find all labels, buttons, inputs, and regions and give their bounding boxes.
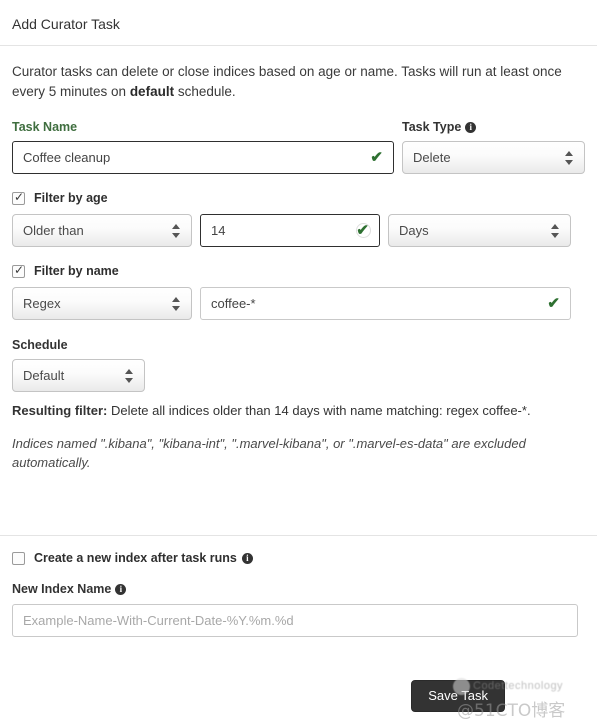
- schedule-value: Default: [23, 367, 65, 383]
- resulting-filter: Resulting filter: Delete all indices old…: [12, 402, 585, 420]
- info-icon[interactable]: [465, 121, 477, 133]
- save-task-button[interactable]: Save Task: [411, 680, 505, 712]
- chevron-updown-icon: [565, 150, 574, 166]
- panel-footer: Save Task Codettechnology @51CTO博客: [0, 666, 597, 726]
- chevron-updown-icon: [125, 368, 134, 384]
- age-amount-input[interactable]: 14 ✔: [200, 214, 380, 247]
- valid-check-icon: ✔: [356, 221, 369, 239]
- add-curator-task-panel: Add Curator Task Curator tasks can delet…: [0, 0, 597, 726]
- age-amount-value: 14: [211, 222, 226, 238]
- filter-name-checkbox-row[interactable]: Filter by name: [12, 263, 585, 278]
- chevron-updown-icon: [551, 223, 560, 239]
- filter-age-label: Filter by age: [34, 191, 108, 205]
- valid-check-icon: ✔: [547, 294, 560, 312]
- age-operator-value: Older than: [23, 222, 84, 238]
- task-name-input[interactable]: Coffee cleanup ✔: [12, 141, 394, 174]
- intro-text: Curator tasks can delete or close indice…: [12, 62, 572, 102]
- filter-age-checkbox-row[interactable]: Filter by age: [12, 190, 585, 205]
- valid-check-icon: ✔: [370, 148, 383, 166]
- name-match-type-value: Regex: [23, 295, 61, 311]
- intro-part1: Curator tasks can delete or close indice…: [12, 64, 562, 99]
- info-icon[interactable]: [115, 583, 127, 595]
- task-name-value: Coffee cleanup: [23, 149, 111, 165]
- task-type-value: Delete: [413, 149, 451, 165]
- panel-header: Add Curator Task: [0, 0, 597, 45]
- chevron-updown-icon: [172, 223, 181, 239]
- new-index-name-label: New Index Name: [12, 582, 585, 596]
- task-type-select[interactable]: Delete: [402, 141, 585, 174]
- age-unit-select[interactable]: Days: [388, 214, 571, 247]
- age-operator-select[interactable]: Older than: [12, 214, 192, 247]
- task-type-label: Task Type: [402, 120, 585, 134]
- name-pattern-value: coffee-*: [211, 295, 256, 311]
- schedule-label: Schedule: [12, 338, 68, 352]
- new-index-name-input[interactable]: Example-Name-With-Current-Date-%Y.%m.%d: [12, 604, 578, 637]
- filter-age-checkbox[interactable]: [12, 190, 25, 205]
- controls-row-name: Regex coffee-* ✔: [12, 287, 585, 320]
- intro-bold: default: [129, 84, 175, 99]
- intro-part2: schedule.: [174, 84, 236, 99]
- page-title: Add Curator Task: [12, 16, 120, 32]
- name-match-type-select[interactable]: Regex: [12, 287, 192, 320]
- create-index-label: Create a new index after task runs: [34, 551, 253, 565]
- chevron-updown-icon: [172, 296, 181, 312]
- header-divider: [0, 45, 597, 46]
- exclusion-note: Indices named ".kibana", "kibana-int", "…: [12, 436, 526, 470]
- resulting-filter-label: Resulting filter:: [12, 403, 108, 418]
- resulting-filter-text: Delete all indices older than 14 days wi…: [107, 403, 531, 418]
- panel-body: Curator tasks can delete or close indice…: [0, 62, 597, 472]
- labels-row-1: Task Name Task Type: [12, 120, 585, 134]
- create-index-checkbox-row[interactable]: Create a new index after task runs: [12, 551, 585, 565]
- section-divider: [0, 535, 597, 536]
- age-unit-value: Days: [399, 222, 429, 238]
- controls-row-age: Older than 14 ✔ Days: [12, 214, 585, 247]
- create-index-checkbox[interactable]: [12, 551, 25, 565]
- filter-name-checkbox[interactable]: [12, 263, 25, 278]
- new-index-name-placeholder: Example-Name-With-Current-Date-%Y.%m.%d: [23, 612, 294, 628]
- info-icon[interactable]: [241, 552, 253, 564]
- name-pattern-input[interactable]: coffee-* ✔: [200, 287, 571, 320]
- filter-name-label: Filter by name: [34, 264, 119, 278]
- schedule-select[interactable]: Default: [12, 359, 145, 392]
- controls-row-1: Coffee cleanup ✔ Delete: [12, 141, 585, 174]
- new-index-section: Create a new index after task runs New I…: [0, 551, 597, 637]
- task-name-label: Task Name: [12, 120, 78, 134]
